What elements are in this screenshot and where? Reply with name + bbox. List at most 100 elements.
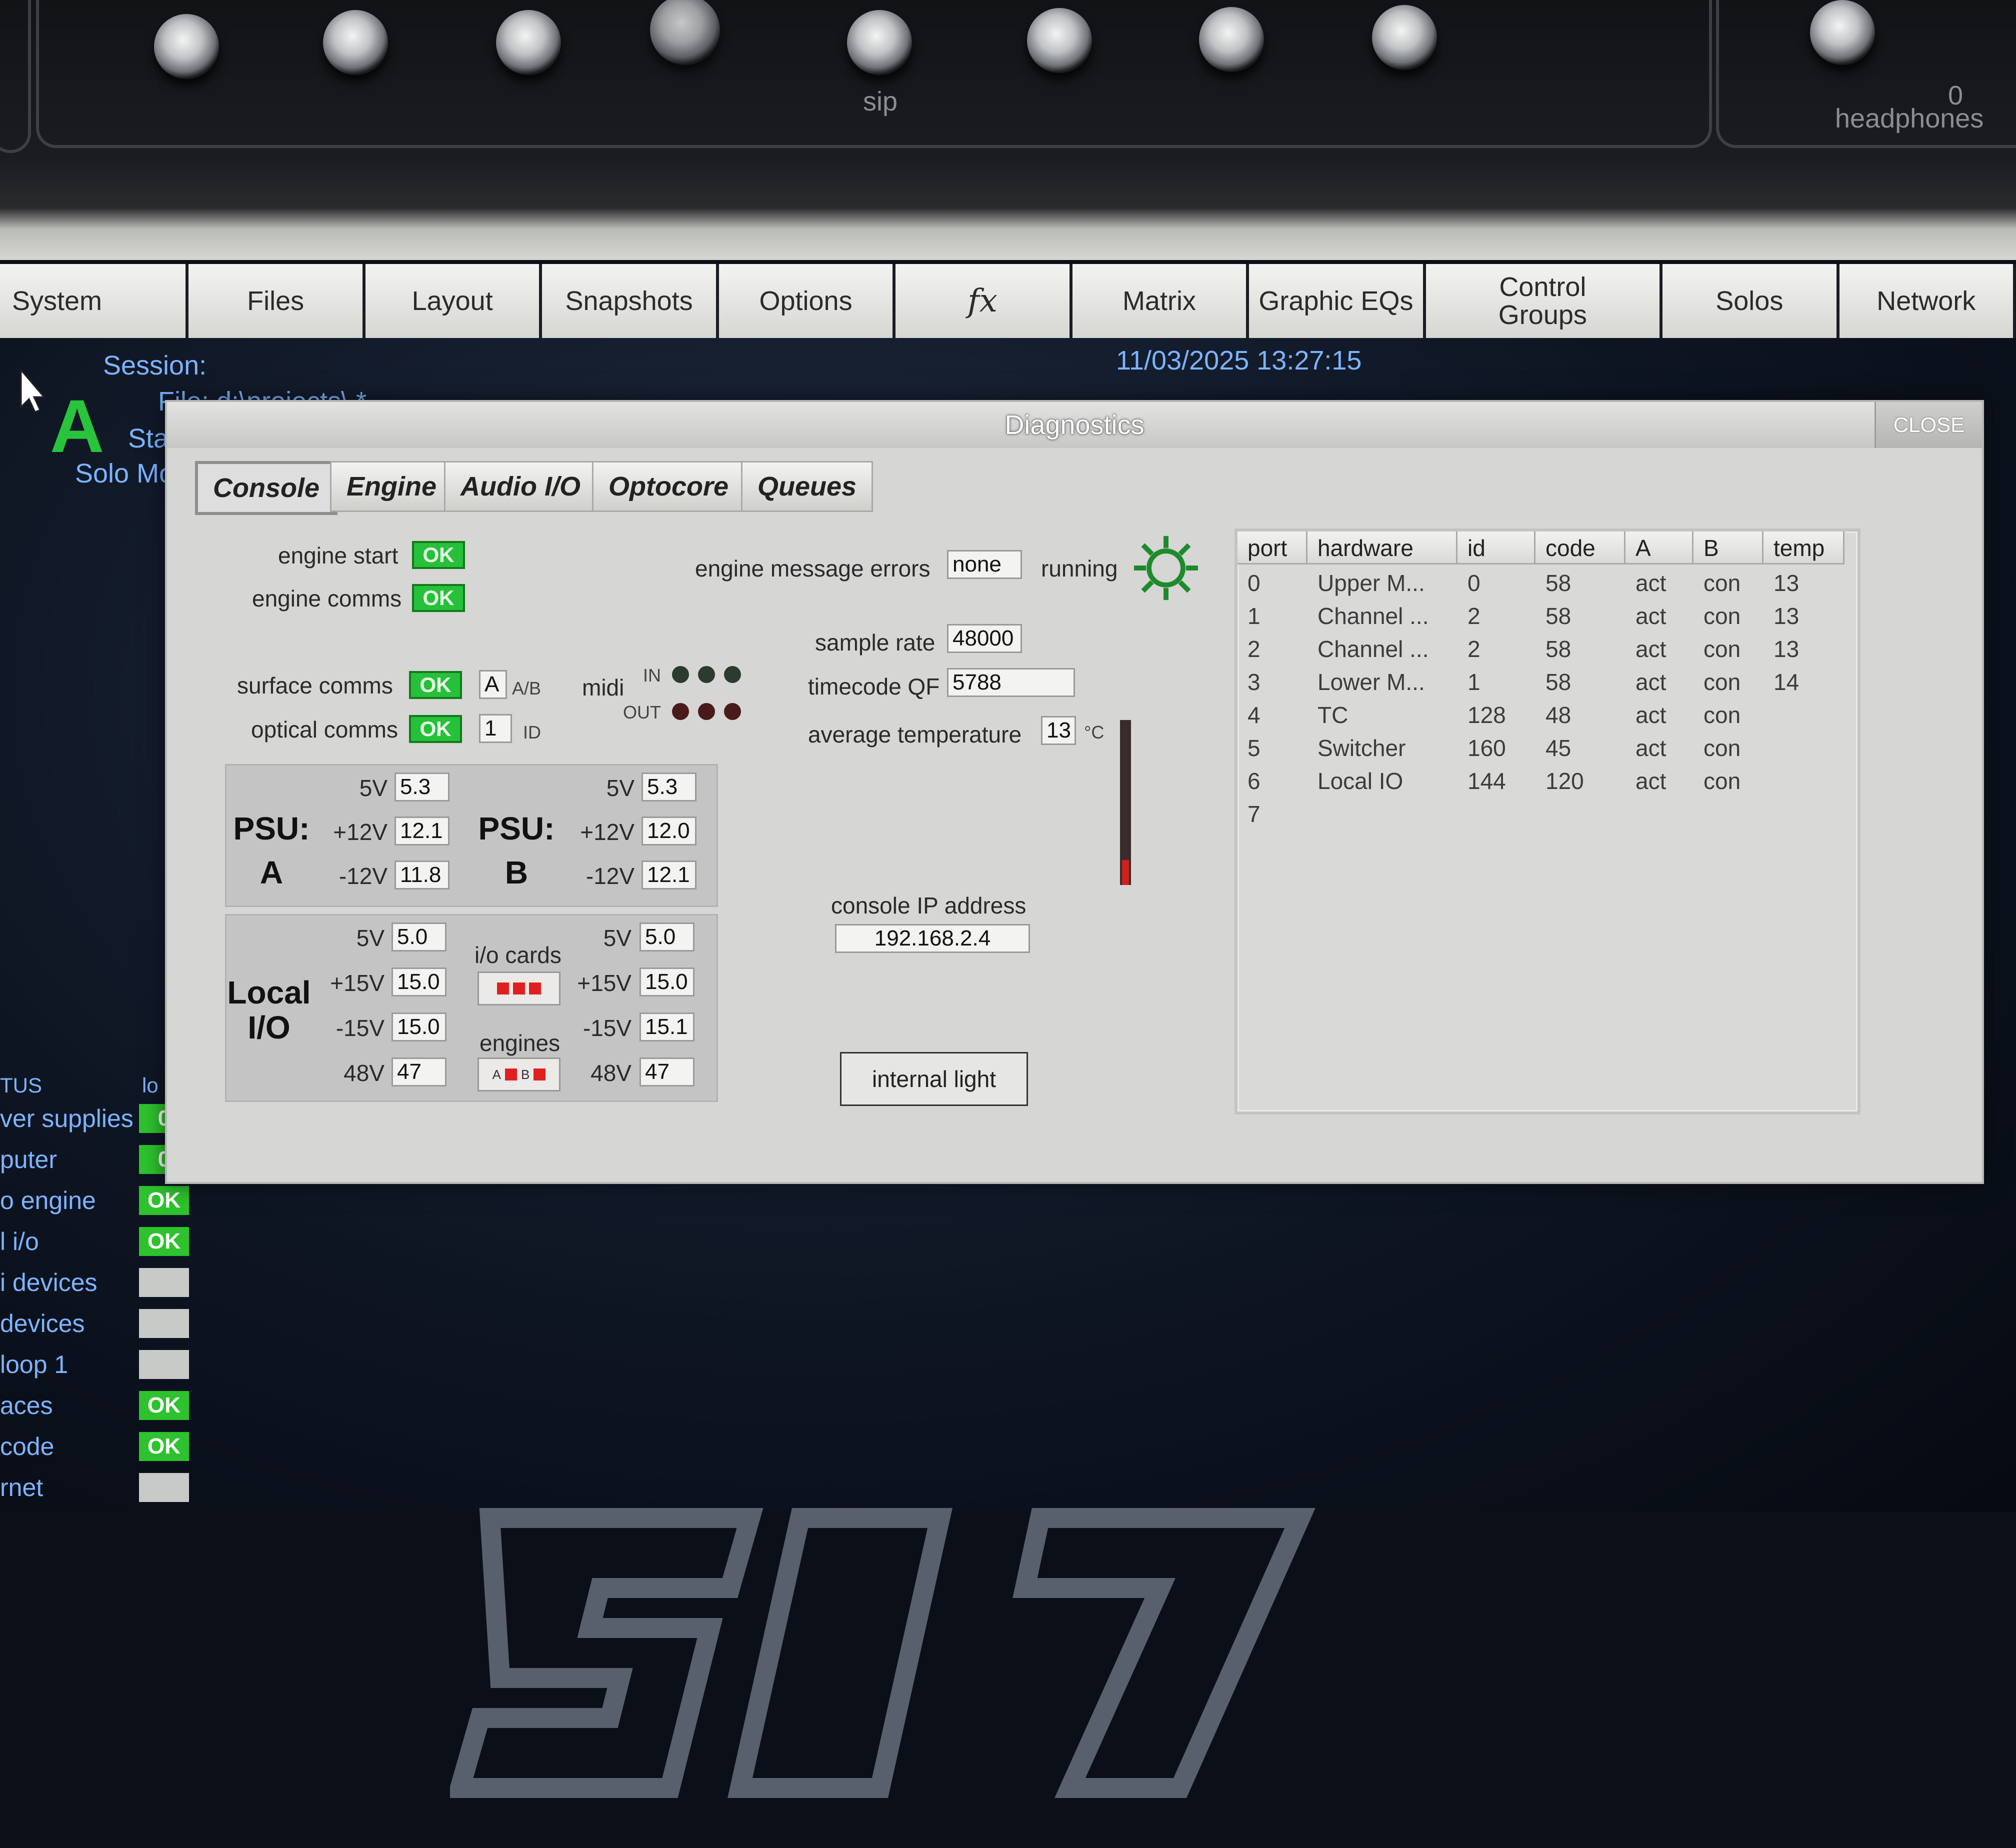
table-cell-b: con [1704,669,1741,695]
psu-b-5v-label: 5V [606,775,634,801]
timecode-field: 5788 [947,668,1075,697]
status-row-local-io[interactable]: l i/o OK [0,1225,195,1258]
subtab-queues[interactable]: Queues [741,461,874,512]
tab-fx[interactable]: fx [896,264,1070,338]
status-row-label: ver supplies [0,1104,134,1132]
midi-in-label: IN [643,665,661,686]
mouse-pointer-icon [20,368,46,413]
local-io-right-5v-value: 5.0 [640,922,694,952]
table-row[interactable]: 7 [1238,798,1852,830]
table-header-a[interactable]: A [1626,532,1694,564]
internal-light-button[interactable]: internal light [840,1052,1028,1106]
table-cell-a: act [1636,603,1666,629]
table-row[interactable]: 3 Lower M... 1 58 act con 14 [1238,666,1852,698]
tab-control-groups[interactable]: Control Groups [1426,264,1660,338]
table-header-id[interactable]: id [1458,532,1536,564]
psu-b-12v-neg-label: -12V [586,863,634,889]
tab-graphic-eqs[interactable]: Graphic EQs [1249,264,1423,338]
optical-comms-status: OK [409,715,462,743]
table-cell-b: con [1704,603,1741,629]
tab-network[interactable]: Network [1839,264,2013,338]
table-cell-b: con [1704,768,1741,794]
status-row-midi-devices[interactable]: i devices [0,1266,195,1299]
table-cell-a: act [1636,669,1666,695]
io-card-led-3 [529,982,541,994]
knob-6[interactable] [1199,7,1264,72]
table-row[interactable]: 0 Upper M... 0 58 act con 13 [1238,566,1852,600]
surface-comms-status: OK [409,671,462,699]
knob-1[interactable] [154,14,219,79]
knob-2[interactable] [323,10,388,75]
status-row-label: i devices [0,1268,98,1296]
knob-5[interactable] [1027,8,1092,73]
table-row[interactable]: 6 Local IO 144 120 act con [1238,764,1852,798]
tab-files[interactable]: Files [188,264,362,338]
status-row-label: puter [0,1146,57,1174]
io-card-led-2 [513,982,525,994]
subtab-console[interactable]: Console [195,461,338,515]
status-row-timecode[interactable]: code OK [0,1430,195,1463]
local-io-right-15v-pos-label: +15V [577,970,632,996]
midi-out-led-3 [724,703,741,720]
temperature-bar-fill [1122,860,1129,885]
knob-3[interactable] [496,10,561,75]
table-cell-hardware: Upper M... [1318,570,1425,596]
local-io-left-15v-pos-value: 15.0 [392,968,446,996]
status-row-devices[interactable]: devices [0,1307,195,1340]
table-row[interactable]: 4 TC 128 48 act con [1238,698,1852,732]
knob-7[interactable] [1372,5,1437,70]
status-row-loop-1[interactable]: loop 1 [0,1348,195,1381]
midi-in-led-3 [724,666,741,683]
close-button[interactable]: CLOSE [1874,402,1982,448]
knob-headphones[interactable] [1810,0,1875,65]
tab-layout[interactable]: Layout [365,264,540,338]
engine-a-led [505,1068,517,1080]
midi-in-led-1 [672,666,689,683]
table-row[interactable]: 2 Channel ... 2 58 act con 13 [1238,632,1852,666]
status-row-audio-engine[interactable]: o engine OK [0,1184,195,1217]
dialog-titlebar[interactable]: Diagnostics CLOSE [167,402,1982,448]
tab-matrix[interactable]: Matrix [1072,264,1246,338]
table-cell-port: 5 [1248,735,1260,761]
sip-label: sip [863,86,898,116]
table-cell-code: 58 [1546,669,1572,695]
table-cell-temp [1764,798,1844,830]
table-cell-temp: 14 [1774,669,1800,695]
status-row-surfaces[interactable]: aces OK [0,1389,195,1422]
table-header-temp[interactable]: temp [1764,532,1844,564]
table-header-port[interactable]: port [1238,532,1308,564]
psu-a-letter: A [260,854,284,890]
tab-system[interactable]: System [0,264,186,338]
table-header-hardware[interactable]: hardware [1308,532,1458,564]
status-row-label: loop 1 [0,1350,68,1378]
status-indicator: OK [139,1186,189,1215]
engines-leds: A B [478,1058,560,1092]
tab-solos[interactable]: Solos [1662,264,1836,338]
table-row[interactable]: 5 Switcher 160 45 act con [1238,732,1852,764]
table-cell-a: act [1636,702,1666,728]
table-row[interactable]: 1 Channel ... 2 58 act con 13 [1238,600,1852,632]
subtab-engine[interactable]: Engine [330,461,454,512]
local-io-left-5v-label: 5V [356,925,384,951]
tab-options[interactable]: Options [718,264,893,338]
subtab-optocore[interactable]: Optocore [592,461,746,512]
table-cell-id: 160 [1468,735,1506,761]
table-cell-b: con [1704,636,1741,662]
local-io-panel: Local I/O 5V 5.0 +15V 15.0 -15V 15.0 48V… [225,914,718,1102]
temperature-bar [1120,720,1131,885]
knob-sip[interactable] [847,10,912,75]
table-cell-temp [1764,764,1844,798]
table-cell-id: 144 [1468,768,1506,794]
local-io-right-5v-label: 5V [603,925,632,951]
status-row-ethernet[interactable]: rnet [0,1471,195,1504]
table-cell-temp: 13 [1774,570,1800,596]
table-cell-id: 2 [1468,636,1480,662]
table-header-code[interactable]: code [1536,532,1626,564]
table-header-b[interactable]: B [1694,532,1764,564]
table-cell-id: 1 [1468,669,1480,695]
datetime-display: 11/03/2025 13:27:15 [1116,346,1362,376]
table-cell-id: 128 [1468,702,1506,728]
tab-snapshots[interactable]: Snapshots [542,264,716,338]
subtab-audio-io[interactable]: Audio I/O [444,461,597,512]
local-io-right-15v-neg-label: -15V [582,1015,632,1041]
